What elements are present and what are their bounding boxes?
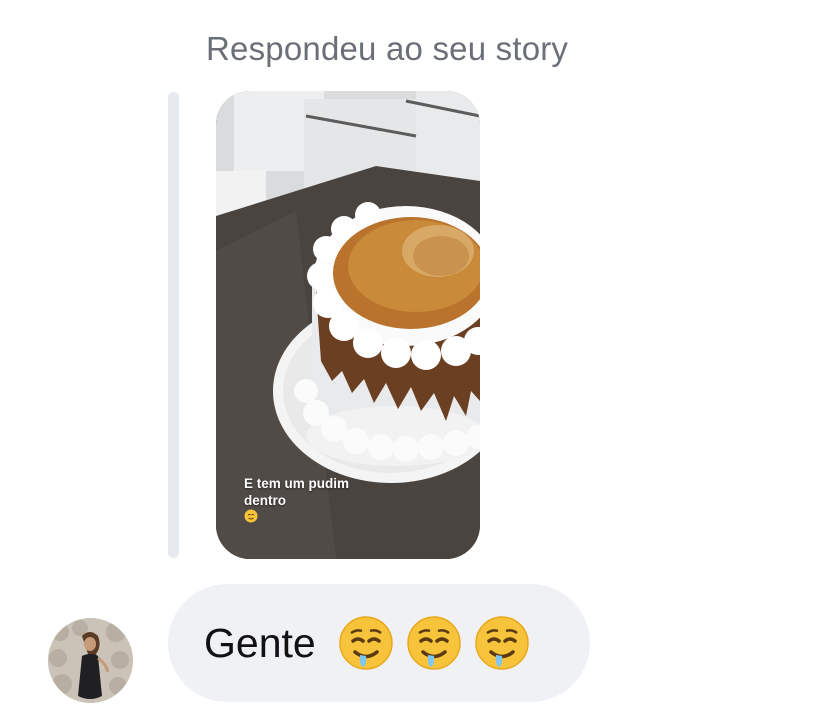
drooling-face-icon: [338, 616, 393, 670]
story-reply-label: Respondeu ao seu story: [206, 30, 569, 67]
message-text: Gente: [204, 619, 316, 666]
story-caption-line2: dentro: [244, 493, 286, 508]
story-caption: E tem um pudim dentro: [244, 475, 374, 523]
story-caption-line1: E tem um pudim: [244, 476, 350, 491]
avatar[interactable]: [48, 618, 133, 703]
story-thumbnail[interactable]: E tem um pudim dentro: [216, 91, 480, 559]
quote-bar: [168, 92, 179, 558]
user-avatar-icon: [48, 618, 133, 703]
drooling-face-icon: [474, 616, 529, 670]
message-bubble[interactable]: Gente: [168, 584, 590, 702]
drooling-face-icon: [406, 616, 461, 670]
drooling-face-icon: [244, 509, 258, 523]
chat-thread: Respondeu ao seu story E tem um pudim de…: [0, 0, 840, 723]
